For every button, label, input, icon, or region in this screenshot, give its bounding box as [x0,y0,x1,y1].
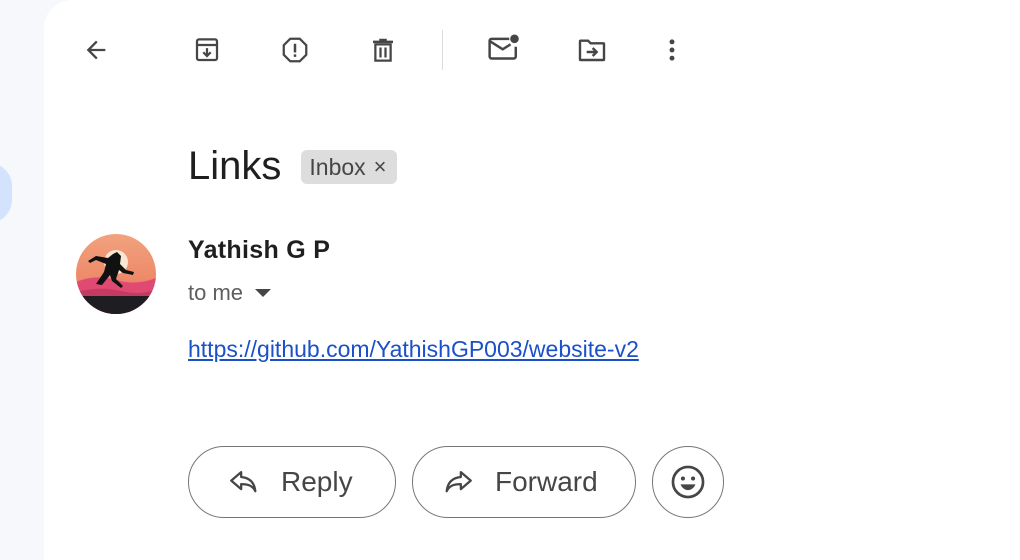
reply-button[interactable]: Reply [188,446,396,518]
more-vert-icon [669,39,675,61]
smiley-icon [671,465,705,499]
email-body-link[interactable]: https://github.com/YathishGP003/website-… [188,336,639,363]
archive-icon [195,38,219,62]
delete-button[interactable] [363,30,403,70]
archive-button[interactable] [187,30,227,70]
ninja-avatar-image [76,234,156,314]
report-spam-button[interactable] [275,30,315,70]
reply-icon [227,465,261,499]
mark-unread-icon [488,34,519,60]
mark-unread-button[interactable] [484,28,524,68]
recipient-details-toggle[interactable]: to me [188,280,272,306]
more-options-button[interactable] [652,30,692,70]
move-to-button[interactable] [572,30,612,70]
inbox-label-chip[interactable]: Inbox × [301,150,397,184]
report-spam-icon [282,37,308,63]
email-subject: Links [188,144,282,188]
toolbar-divider [442,30,443,70]
sender-name: Yathish G P [188,236,331,264]
move-to-folder-icon [578,39,606,62]
forward-button[interactable]: Forward [412,446,636,518]
forward-icon [441,465,475,499]
caret-down-icon [255,289,272,297]
left-nav-strip [0,0,44,545]
remove-label-icon[interactable]: × [374,156,387,178]
nav-active-indicator[interactable] [0,163,12,223]
recipient-text: to me [188,280,244,305]
arrow-left-icon [86,40,106,60]
trash-icon [373,38,393,62]
add-reaction-button[interactable] [652,446,724,518]
back-button[interactable] [76,30,116,70]
subject-row: Links Inbox × [188,140,397,192]
forward-label: Forward [495,466,598,497]
reply-label: Reply [281,466,353,497]
label-chip-text: Inbox [309,153,366,180]
email-view-pane: Links Inbox × Yathish G P to me https://… [44,0,1020,560]
sender-avatar[interactable] [76,234,156,314]
